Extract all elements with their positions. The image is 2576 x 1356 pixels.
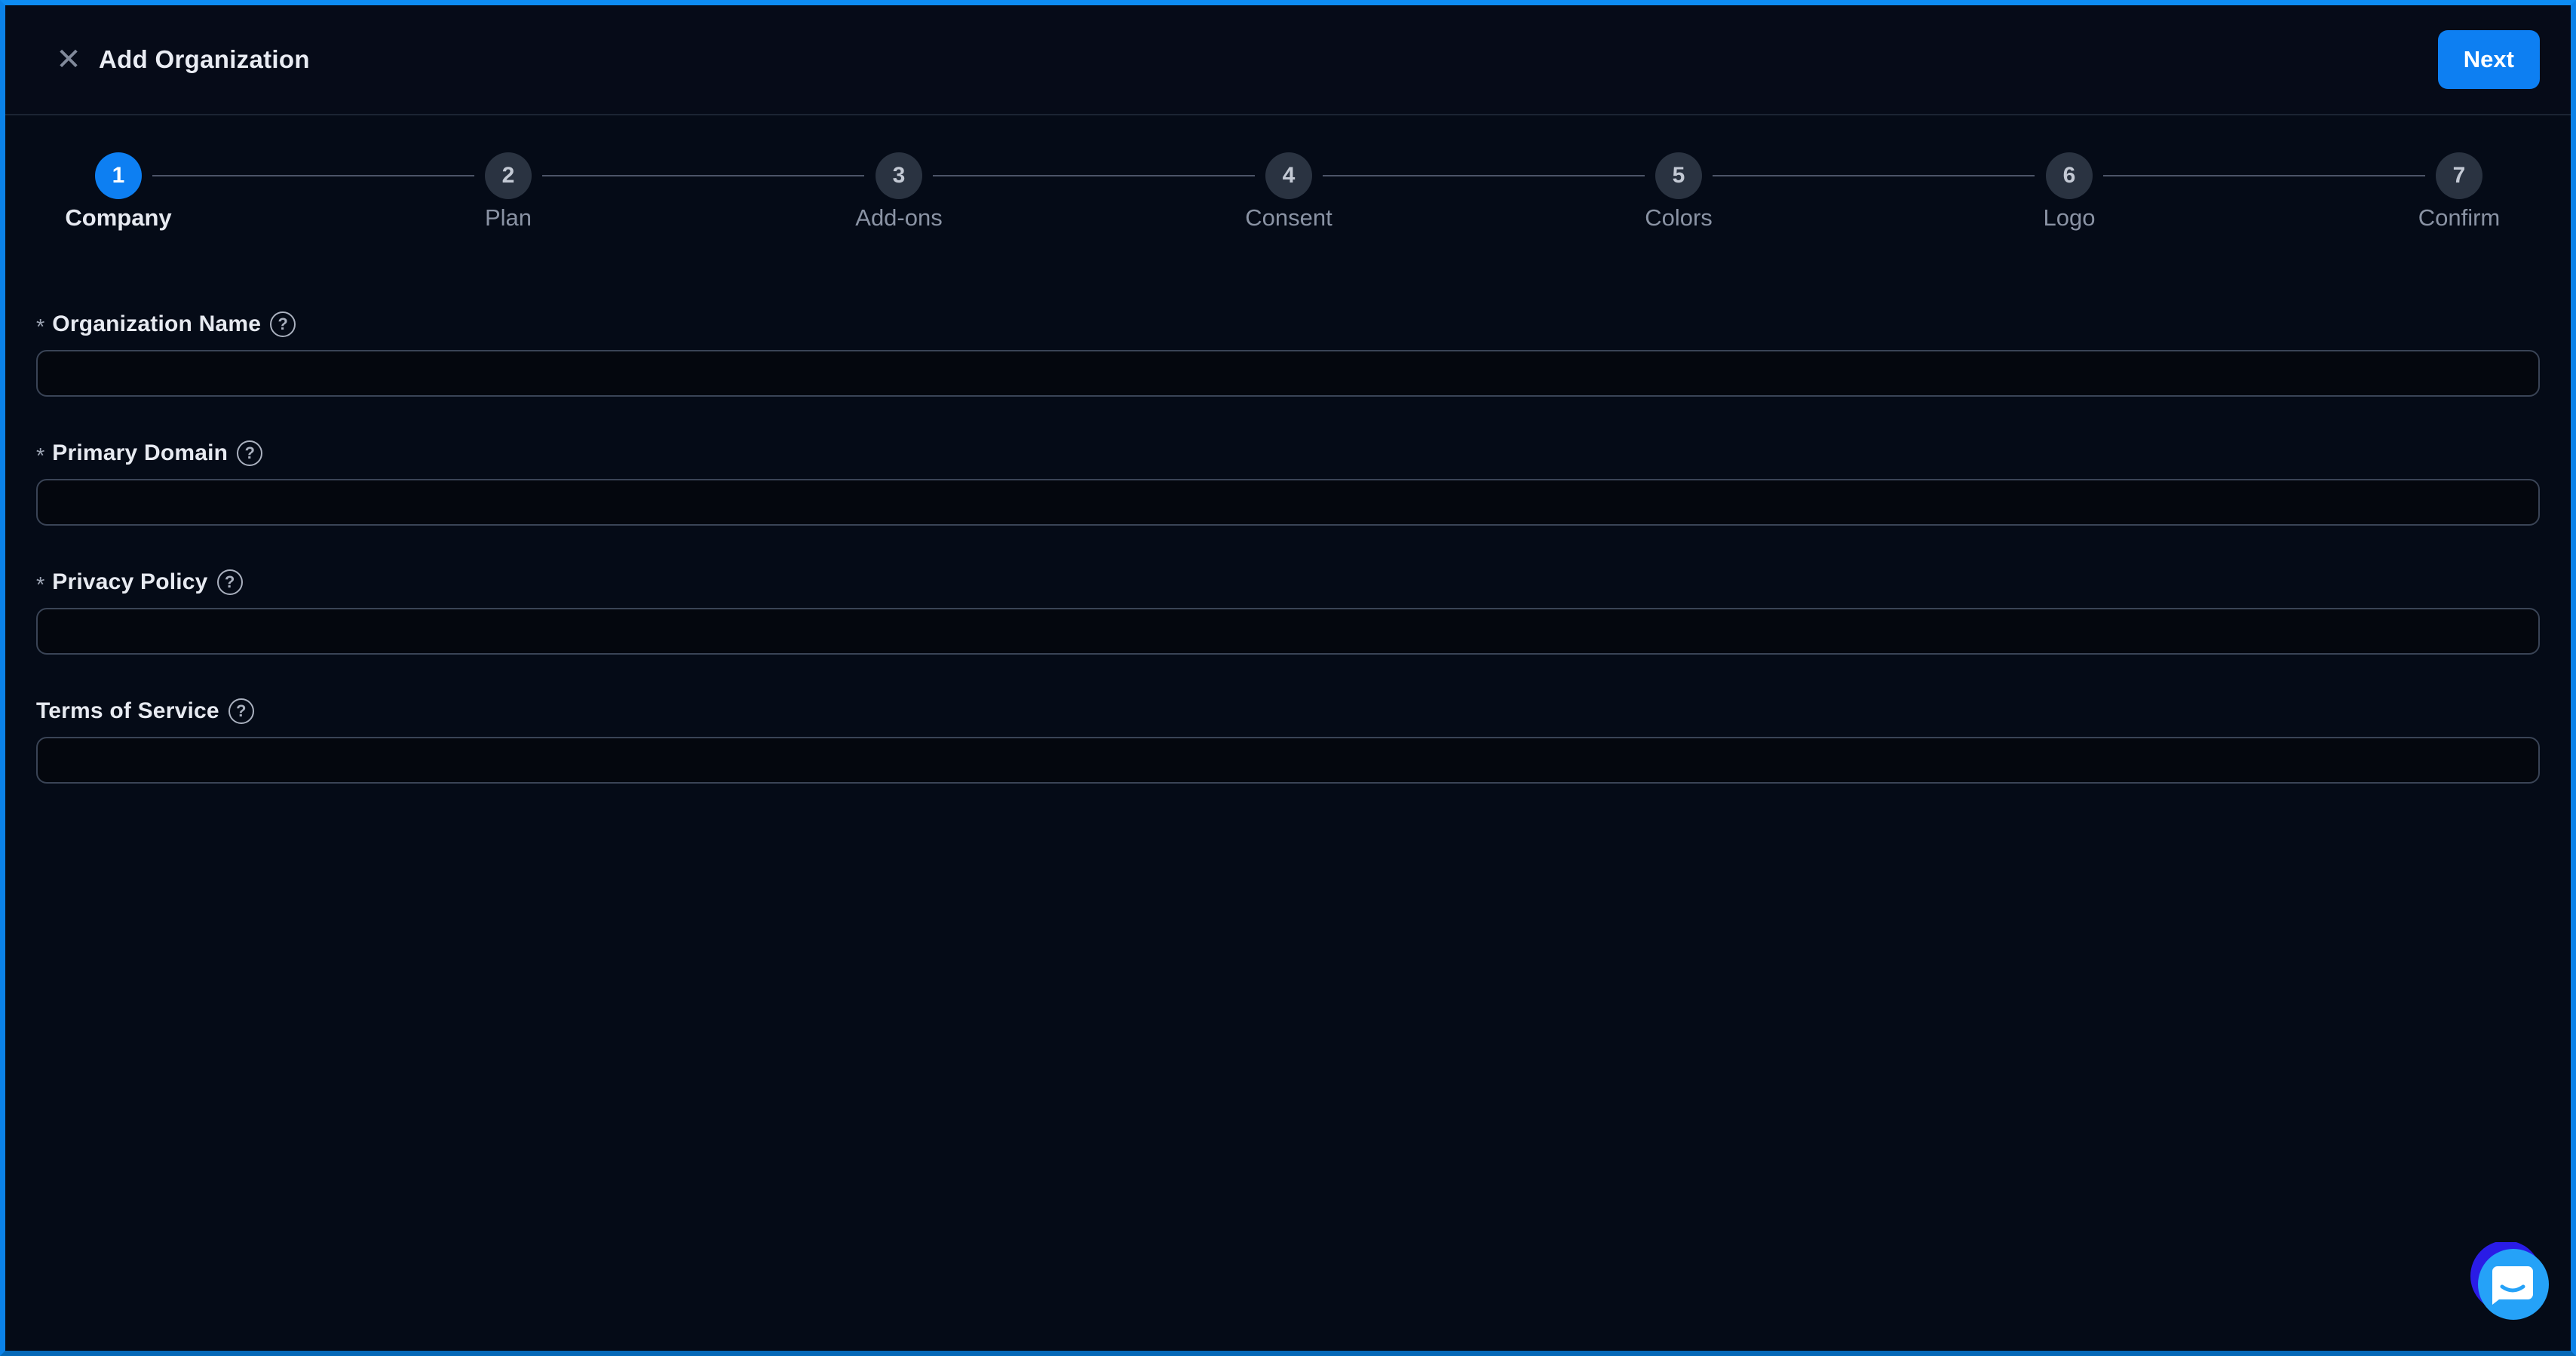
- field-label-row: Terms of Service ?: [36, 696, 2540, 726]
- step-connector: [542, 175, 864, 176]
- organization-name-input[interactable]: [36, 350, 2540, 397]
- intercom-messenger-icon: [2470, 1242, 2554, 1327]
- field-organization-name: * Organization Name ?: [36, 309, 2540, 397]
- company-form: * Organization Name ? * Primary Domain ?…: [36, 309, 2540, 825]
- terms-of-service-label: Terms of Service: [36, 698, 219, 724]
- help-icon[interactable]: ?: [228, 698, 254, 724]
- step-indicator-3[interactable]: 3: [876, 152, 922, 199]
- help-icon[interactable]: ?: [270, 311, 296, 337]
- add-organization-modal: ✕ Add Organization Next 1 Company 2 Plan…: [0, 0, 2576, 1356]
- field-label-row: * Privacy Policy ?: [36, 567, 2540, 597]
- step-label-logo: Logo: [2044, 204, 2096, 232]
- required-asterisk: *: [36, 444, 44, 469]
- step-connector: [2103, 175, 2425, 176]
- primary-domain-label: Primary Domain: [52, 440, 228, 466]
- page-title: Add Organization: [99, 45, 310, 74]
- step-label-confirm: Confirm: [2418, 204, 2501, 232]
- step-indicator-7[interactable]: 7: [2436, 152, 2482, 199]
- close-icon[interactable]: ✕: [49, 40, 88, 79]
- help-icon[interactable]: ?: [217, 569, 243, 595]
- field-primary-domain: * Primary Domain ?: [36, 438, 2540, 526]
- terms-of-service-input[interactable]: [36, 737, 2540, 784]
- privacy-policy-input[interactable]: [36, 608, 2540, 655]
- step-label-company: Company: [65, 204, 171, 232]
- step-connector: [152, 175, 474, 176]
- step-connector: [1713, 175, 2035, 176]
- next-button[interactable]: Next: [2438, 30, 2540, 89]
- primary-domain-input[interactable]: [36, 479, 2540, 526]
- step-indicator-2[interactable]: 2: [485, 152, 532, 199]
- help-icon[interactable]: ?: [237, 440, 262, 466]
- chat-launcher-button[interactable]: [2470, 1242, 2554, 1327]
- step-label-add-ons: Add-ons: [855, 204, 942, 232]
- modal-header: ✕ Add Organization Next: [5, 5, 2571, 115]
- required-asterisk: *: [36, 315, 44, 340]
- step-label-consent: Consent: [1245, 204, 1332, 232]
- wizard-stepper: 1 Company 2 Plan 3 Add-ons 4 Consent 5 C…: [5, 115, 2571, 304]
- step-indicator-1[interactable]: 1: [95, 152, 142, 199]
- step-indicator-5[interactable]: 5: [1655, 152, 1702, 199]
- step-indicator-4[interactable]: 4: [1265, 152, 1312, 199]
- step-indicator-6[interactable]: 6: [2046, 152, 2093, 199]
- step-connector: [1323, 175, 1645, 176]
- step-connector: [933, 175, 1255, 176]
- field-terms-of-service: Terms of Service ?: [36, 696, 2540, 784]
- field-label-row: * Organization Name ?: [36, 309, 2540, 339]
- organization-name-label: Organization Name: [52, 311, 261, 337]
- field-label-row: * Primary Domain ?: [36, 438, 2540, 468]
- step-label-plan: Plan: [485, 204, 532, 232]
- privacy-policy-label: Privacy Policy: [52, 569, 207, 595]
- step-label-colors: Colors: [1645, 204, 1713, 232]
- field-privacy-policy: * Privacy Policy ?: [36, 567, 2540, 655]
- required-asterisk: *: [36, 573, 44, 598]
